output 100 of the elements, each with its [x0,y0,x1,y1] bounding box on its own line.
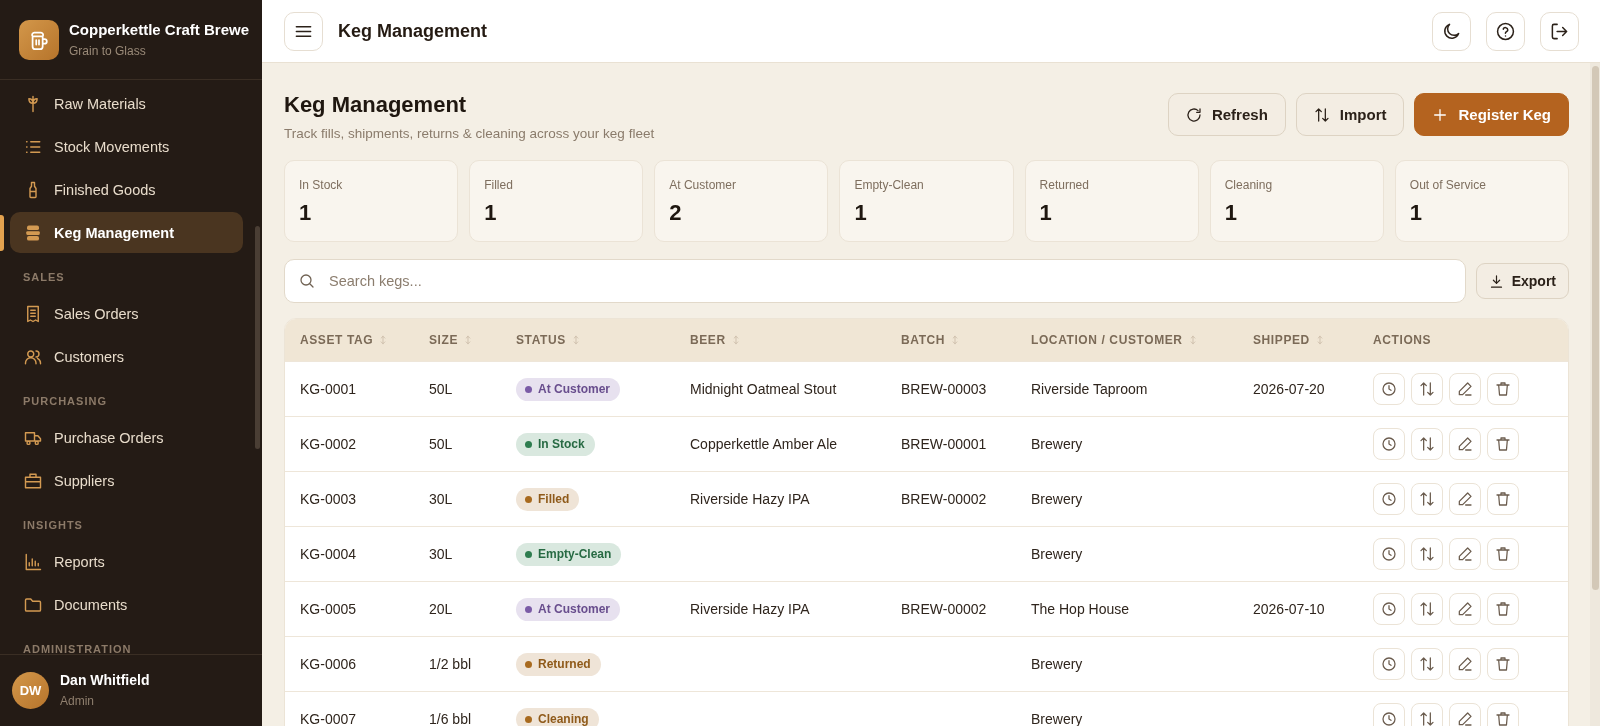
nav-item[interactable]: Raw Materials [10,83,243,124]
arrows-up-down-icon [1419,491,1435,507]
nav-section-heading: INSIGHTS [22,518,84,533]
top-bar-title: Keg Management [338,20,488,42]
user-name: Dan Whitfield [60,672,150,689]
table-cell-text: 1/6 bbl [428,711,473,726]
column-header[interactable]: LOCATION / CUSTOMER [1016,319,1238,361]
nav-item[interactable]: Finished Goods [10,169,243,210]
move-button[interactable] [1411,538,1443,570]
history-button[interactable] [1373,593,1405,625]
delete-button[interactable] [1487,648,1519,680]
search-field[interactable]: Search kegs... [284,259,1466,303]
nav-item[interactable]: Stock Movements [10,126,243,167]
stat-value: 1 [1409,200,1424,226]
trash-icon [1495,656,1511,672]
delete-button[interactable] [1487,538,1519,570]
column-header[interactable]: BATCH [886,319,1016,361]
delete-button[interactable] [1487,703,1519,726]
table-cell-text: 30L [428,546,454,562]
delete-button[interactable] [1487,483,1519,515]
bar-chart-icon [24,552,42,571]
user-role: Admin [60,694,95,709]
move-button[interactable] [1411,703,1443,726]
pencil-icon [1457,711,1473,726]
clock-icon [1381,381,1397,397]
table-cell-text: Brewery [1030,711,1084,726]
pencil-icon [1457,436,1473,452]
nav-item[interactable]: Suppliers [10,460,243,501]
history-button[interactable] [1373,428,1405,460]
stat-label: Empty-Clean [854,177,925,193]
status-text: At Customer [538,602,610,616]
delete-button[interactable] [1487,428,1519,460]
clock-icon [1381,546,1397,562]
table-cell-text: Brewery [1030,491,1084,507]
help-button[interactable] [1486,11,1525,51]
table-cell-text: BREW-00003 [900,381,988,397]
column-header[interactable]: STATUS [501,319,675,361]
table-cell-text: KG-0002 [299,436,358,452]
nav-item[interactable]: Purchase Orders [10,417,243,458]
pencil-icon [1457,546,1473,562]
nav-item[interactable]: Documents [10,584,243,625]
delete-button[interactable] [1487,593,1519,625]
clock-icon [1381,601,1397,617]
move-button[interactable] [1411,593,1443,625]
edit-button[interactable] [1449,538,1481,570]
move-button[interactable] [1411,648,1443,680]
nav-item[interactable]: Customers [10,336,243,377]
column-header[interactable]: BEER [675,319,886,361]
page-title: Keg Management [284,92,468,118]
history-button[interactable] [1373,703,1405,726]
table-cell-text: Riverside Hazy IPA [689,491,811,507]
table-cell-text: KG-0006 [299,656,358,672]
stat-label: At Customer [669,177,737,193]
export-button[interactable]: Export [1475,263,1569,299]
stat-label: Returned [1039,177,1090,193]
active-indicator [0,214,4,251]
edit-button[interactable] [1449,648,1481,680]
column-header[interactable]: SIZE [414,319,501,361]
arrows-up-down-icon [1419,381,1435,397]
logout-button[interactable] [1540,11,1579,51]
menu-button[interactable] [284,11,323,51]
import-button[interactable]: Import [1295,93,1405,136]
edit-button[interactable] [1449,703,1481,726]
history-button[interactable] [1373,483,1405,515]
refresh-icon [1185,106,1202,123]
arrows-up-down-icon [1419,601,1435,617]
history-button[interactable] [1373,373,1405,405]
arrows-up-down-icon [1313,106,1330,123]
table-cell-text: Riverside Hazy IPA [689,601,811,617]
page-subtitle: Track fills, shipments, returns & cleaning across your keg fleet [284,125,655,143]
table-cell-text: 30L [428,491,454,507]
scrollbar-thumb[interactable] [1592,66,1599,590]
column-header[interactable]: ASSET TAG [285,319,414,361]
nav-item[interactable]: Keg Management [10,212,243,253]
delete-button[interactable] [1487,373,1519,405]
nav-item[interactable]: Sales Orders [10,293,243,334]
edit-button[interactable] [1449,428,1481,460]
move-button[interactable] [1411,428,1443,460]
history-button[interactable] [1373,538,1405,570]
edit-button[interactable] [1449,373,1481,405]
arrows-up-down-icon [1419,656,1435,672]
nav-item[interactable]: Reports [10,541,243,582]
stat-value: 1 [854,200,868,226]
history-button[interactable] [1373,648,1405,680]
refresh-button[interactable]: Refresh [1167,93,1286,136]
status-text: Empty-Clean [538,547,612,561]
column-header[interactable]: SHIPPED [1238,319,1358,361]
stat-label: Out of Service [1409,177,1487,193]
edit-button[interactable] [1449,593,1481,625]
move-button[interactable] [1411,373,1443,405]
pencil-icon [1457,491,1473,507]
register-keg-button[interactable]: Register Keg [1414,93,1569,136]
stat-value: 1 [1224,200,1238,226]
keg-icon [24,223,42,242]
table-cell-text: Midnight Oatmeal Stout [689,381,838,397]
table-cell-text: BREW-00001 [900,436,988,452]
scrollbar-thumb[interactable] [255,226,260,449]
theme-toggle-button[interactable] [1432,11,1471,51]
move-button[interactable] [1411,483,1443,515]
edit-button[interactable] [1449,483,1481,515]
